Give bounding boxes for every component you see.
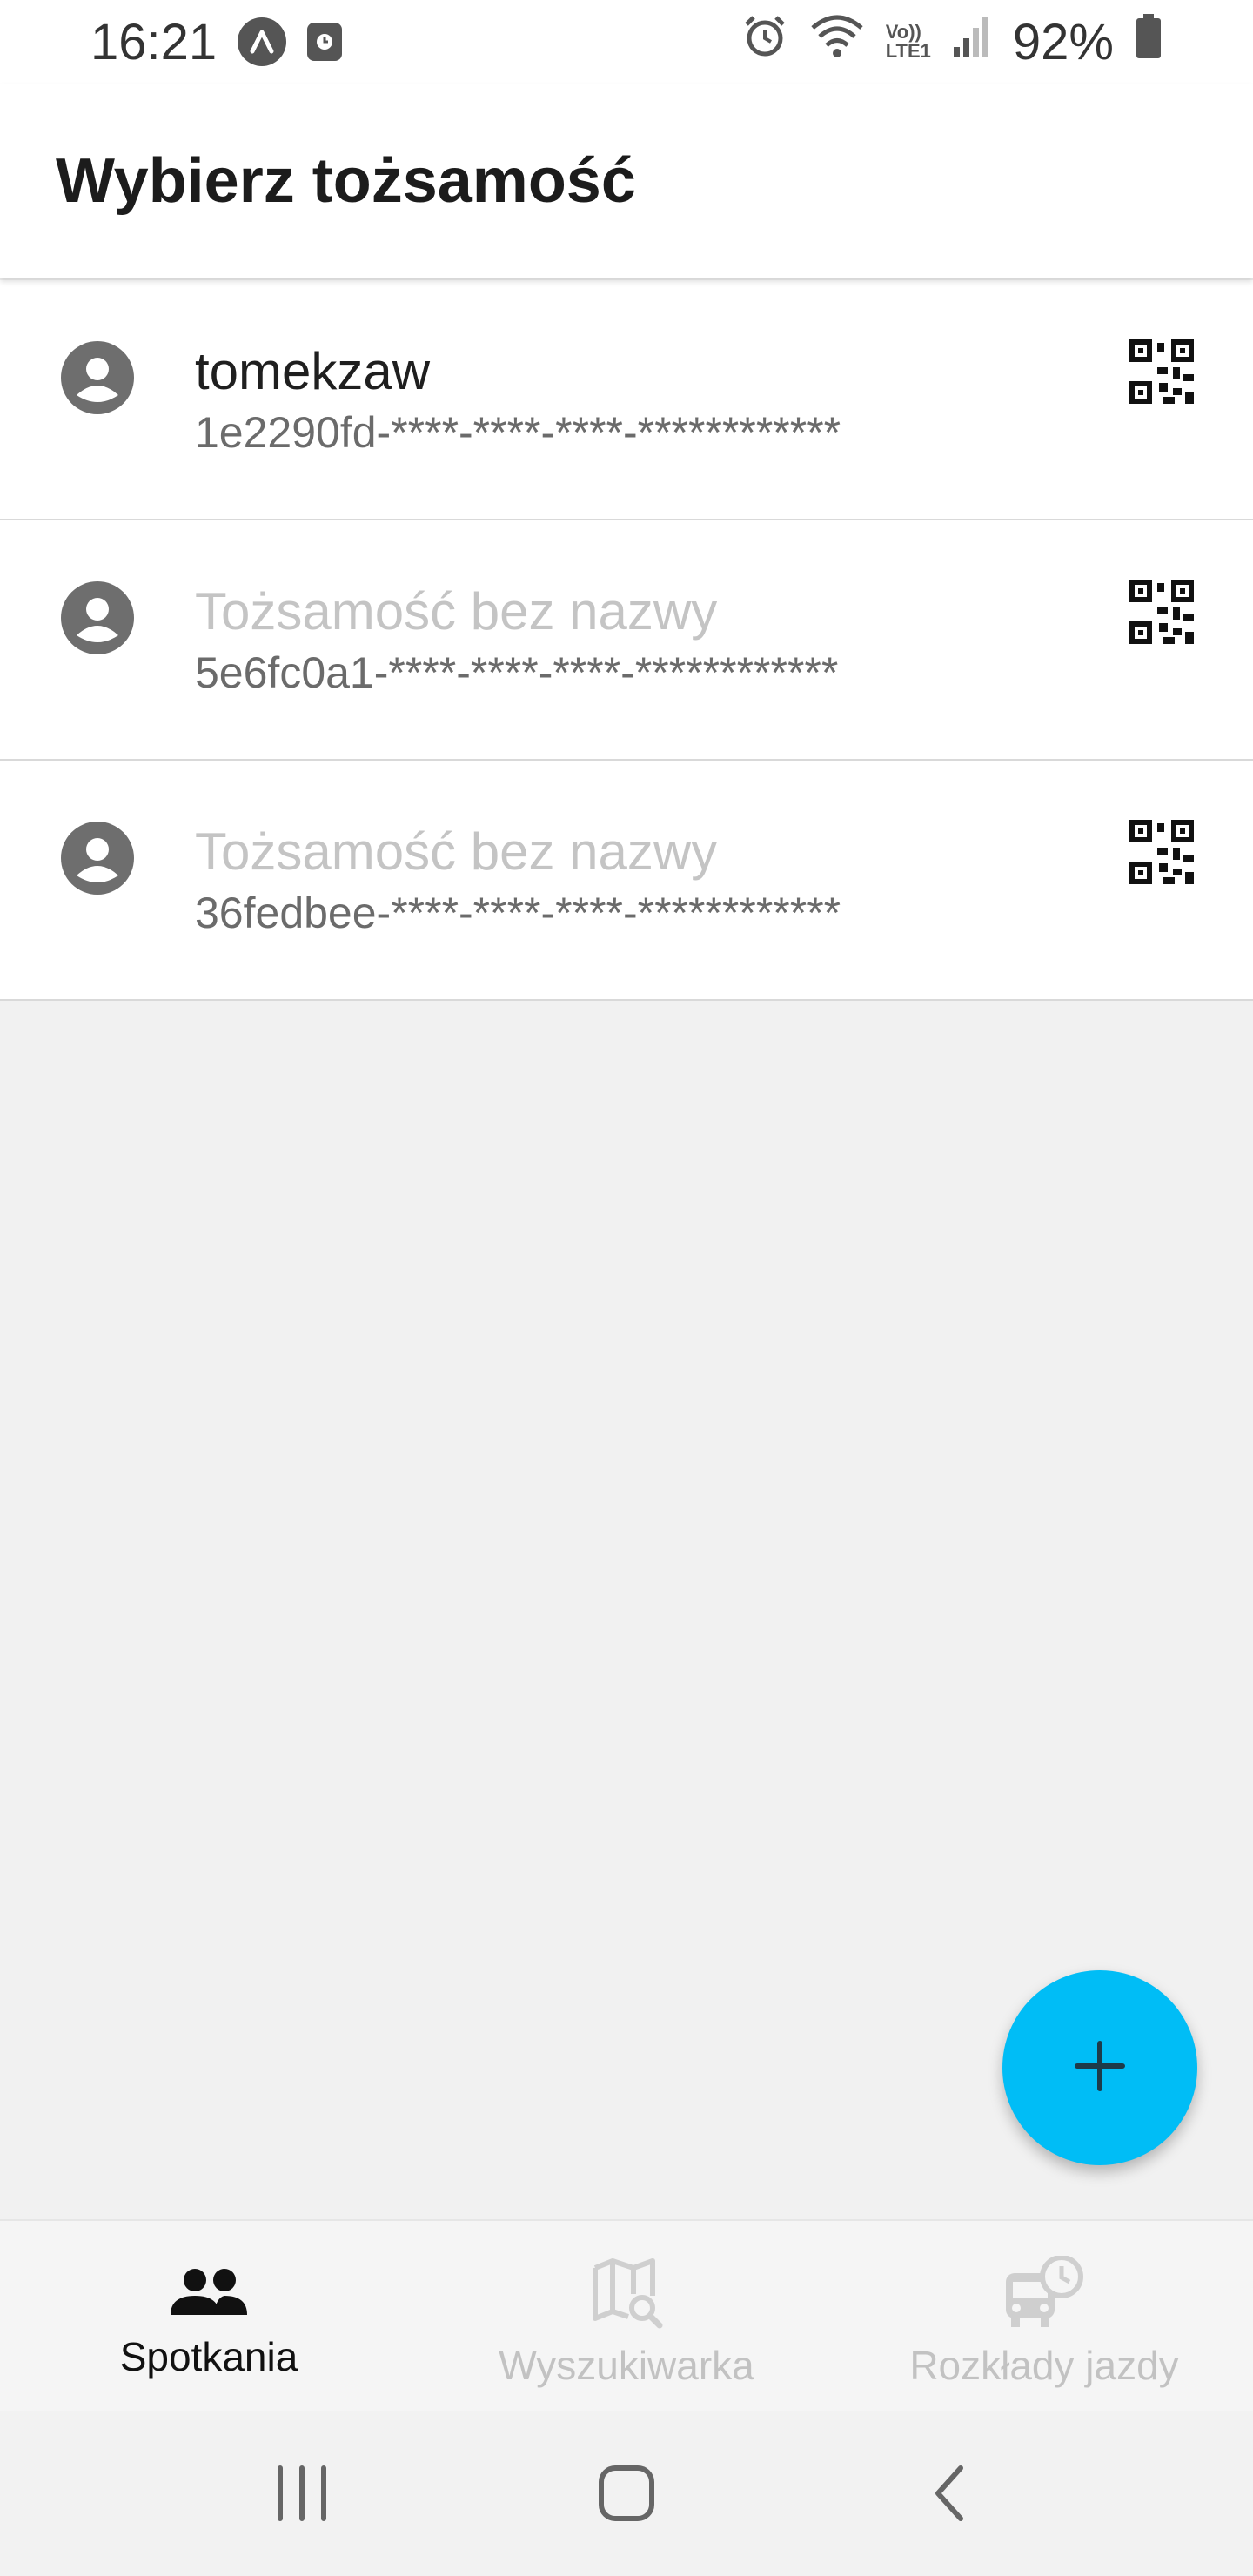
network-label-top: Vo)) [885, 21, 921, 43]
avatar-icon [61, 822, 134, 895]
wifi-icon [809, 12, 865, 71]
clock-badge-icon [307, 23, 343, 61]
home-icon[interactable] [574, 2441, 679, 2546]
qr-code-icon[interactable] [1122, 332, 1201, 411]
avatar-icon [61, 581, 134, 654]
signal-icon [952, 13, 992, 71]
identity-id: 36fedbee-****-****-****-************ [195, 889, 841, 937]
tab-label: Rozkłady jazdy [909, 2342, 1179, 2388]
app-arrow-icon [238, 17, 287, 66]
tab-wyszukiwarka[interactable]: Wyszukiwarka [418, 2221, 835, 2411]
identity-name: tomekzaw [195, 342, 431, 400]
identity-name: Tożsamość bez nazwy [195, 822, 718, 881]
qr-code-icon[interactable] [1122, 573, 1201, 651]
page-title: Wybierz tożsamość [56, 146, 636, 216]
app-bar: Wybierz tożsamość [0, 84, 1253, 278]
alarm-icon [741, 12, 788, 71]
system-nav-bar [0, 2411, 1253, 2576]
tab-label: Spotkania [119, 2333, 298, 2379]
identity-row[interactable]: Tożsamość bez nazwy 5e6fc0a1-****-****-*… [0, 520, 1253, 761]
tab-spotkania[interactable]: Spotkania [0, 2221, 418, 2411]
avatar-icon [61, 341, 134, 414]
map-search-icon [590, 2256, 663, 2333]
status-bar-right: Vo)) LTE1 92% [741, 12, 1163, 71]
network-label-bottom: LTE1 [885, 40, 931, 62]
back-icon[interactable] [899, 2441, 1003, 2546]
volte-lte-icon: Vo)) LTE1 [886, 23, 931, 61]
status-time: 16:21 [90, 13, 218, 70]
identity-list: tomekzaw 1e2290fd-****-****-****-*******… [0, 280, 1253, 1001]
identity-row[interactable]: Tożsamość bez nazwy 36fedbee-****-****-*… [0, 761, 1253, 1001]
recent-apps-icon[interactable] [250, 2441, 354, 2546]
identity-name: Tożsamość bez nazwy [195, 582, 718, 641]
identity-id: 5e6fc0a1-****-****-****-************ [195, 648, 839, 697]
bus-clock-icon [1002, 2254, 1086, 2333]
battery-icon [1135, 13, 1163, 71]
people-icon [167, 2264, 251, 2324]
bottom-nav: Spotkania Wyszukiwarka Rozkłady jazdy [0, 2219, 1253, 2411]
identity-row[interactable]: tomekzaw 1e2290fd-****-****-****-*******… [0, 280, 1253, 520]
status-bar-left: 16:21 [90, 13, 343, 71]
tab-rozklady-jazdy[interactable]: Rozkłady jazdy [835, 2221, 1253, 2411]
qr-code-icon[interactable] [1122, 813, 1201, 891]
identity-id: 1e2290fd-****-****-****-************ [195, 408, 841, 457]
status-bar: 16:21 Vo)) LTE1 92% [0, 0, 1253, 84]
battery-percent: 92% [1012, 13, 1114, 70]
plus-icon [1072, 2038, 1128, 2098]
add-identity-button[interactable] [1002, 1970, 1197, 2165]
tab-label: Wyszukiwarka [499, 2342, 754, 2388]
